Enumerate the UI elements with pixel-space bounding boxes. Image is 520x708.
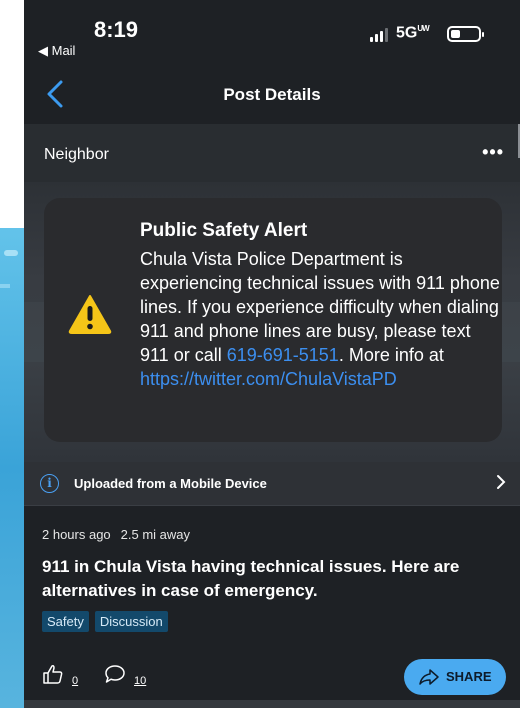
- warning-icon: [68, 293, 112, 335]
- post-distance: 2.5 mi away: [120, 527, 191, 542]
- comment-count: 10: [134, 675, 147, 687]
- phone-screen: 8:19 ◀ Mail 5GUW Post Details Neighbor •…: [24, 0, 520, 708]
- alert-body: Chula Vista Police Department is experie…: [140, 247, 500, 391]
- alert-phone-link[interactable]: 619-691-5151: [227, 345, 339, 365]
- network-label: 5GUW: [396, 24, 430, 42]
- wallpaper-mark: [4, 250, 18, 256]
- post-headline: 911 in Chula Vista having technical issu…: [42, 557, 460, 600]
- uploaded-info-row[interactable]: i Uploaded from a Mobile Device: [24, 462, 520, 506]
- comment-icon: [104, 664, 126, 689]
- comment-button[interactable]: 10: [104, 664, 146, 689]
- status-bar: 8:19 ◀ Mail 5GUW: [24, 0, 520, 66]
- alert-title: Public Safety Alert: [140, 220, 308, 241]
- post-author[interactable]: Neighbor: [44, 146, 109, 164]
- tag-discussion[interactable]: Discussion: [94, 611, 168, 632]
- signal-icon: [370, 28, 388, 42]
- share-label: SHARE: [446, 669, 492, 684]
- alert-card: Public Safety Alert Chula Vista Police D…: [44, 198, 502, 442]
- page-title: Post Details: [223, 85, 321, 104]
- wallpaper-mark: [0, 284, 10, 288]
- share-button[interactable]: SHARE: [404, 659, 506, 695]
- battery-icon: [447, 26, 484, 42]
- like-count: 0: [72, 675, 79, 687]
- map-background-strip: [24, 700, 520, 708]
- alert-url-link[interactable]: https://twitter.com/ChulaVistaPD: [140, 369, 397, 389]
- nav-bar: Post Details: [24, 66, 520, 124]
- post-header: Neighbor •••: [24, 124, 520, 182]
- post-image[interactable]: Public Safety Alert Chula Vista Police D…: [24, 182, 520, 462]
- share-arrow-icon: [418, 668, 440, 691]
- thumbs-up-icon: [42, 664, 64, 689]
- post-time: 2 hours ago: [42, 527, 111, 542]
- info-icon: i: [40, 474, 59, 493]
- more-dots-icon[interactable]: •••: [482, 142, 504, 163]
- tag-safety[interactable]: Safety: [42, 611, 89, 632]
- uploaded-label: Uploaded from a Mobile Device: [74, 476, 267, 491]
- alert-text-more: . More info at: [338, 345, 444, 365]
- status-time: 8:19: [94, 17, 139, 42]
- post-content: 2 hours ago 2.5 mi away 911 in Chula Vist…: [24, 507, 520, 708]
- back-to-app-link[interactable]: ◀ Mail: [38, 43, 75, 59]
- post-meta: 2 hours ago 2.5 mi away: [42, 527, 190, 542]
- like-button[interactable]: 0: [42, 664, 78, 689]
- tag-list: Safety Discussion: [42, 611, 168, 632]
- chevron-right-icon: [496, 474, 506, 495]
